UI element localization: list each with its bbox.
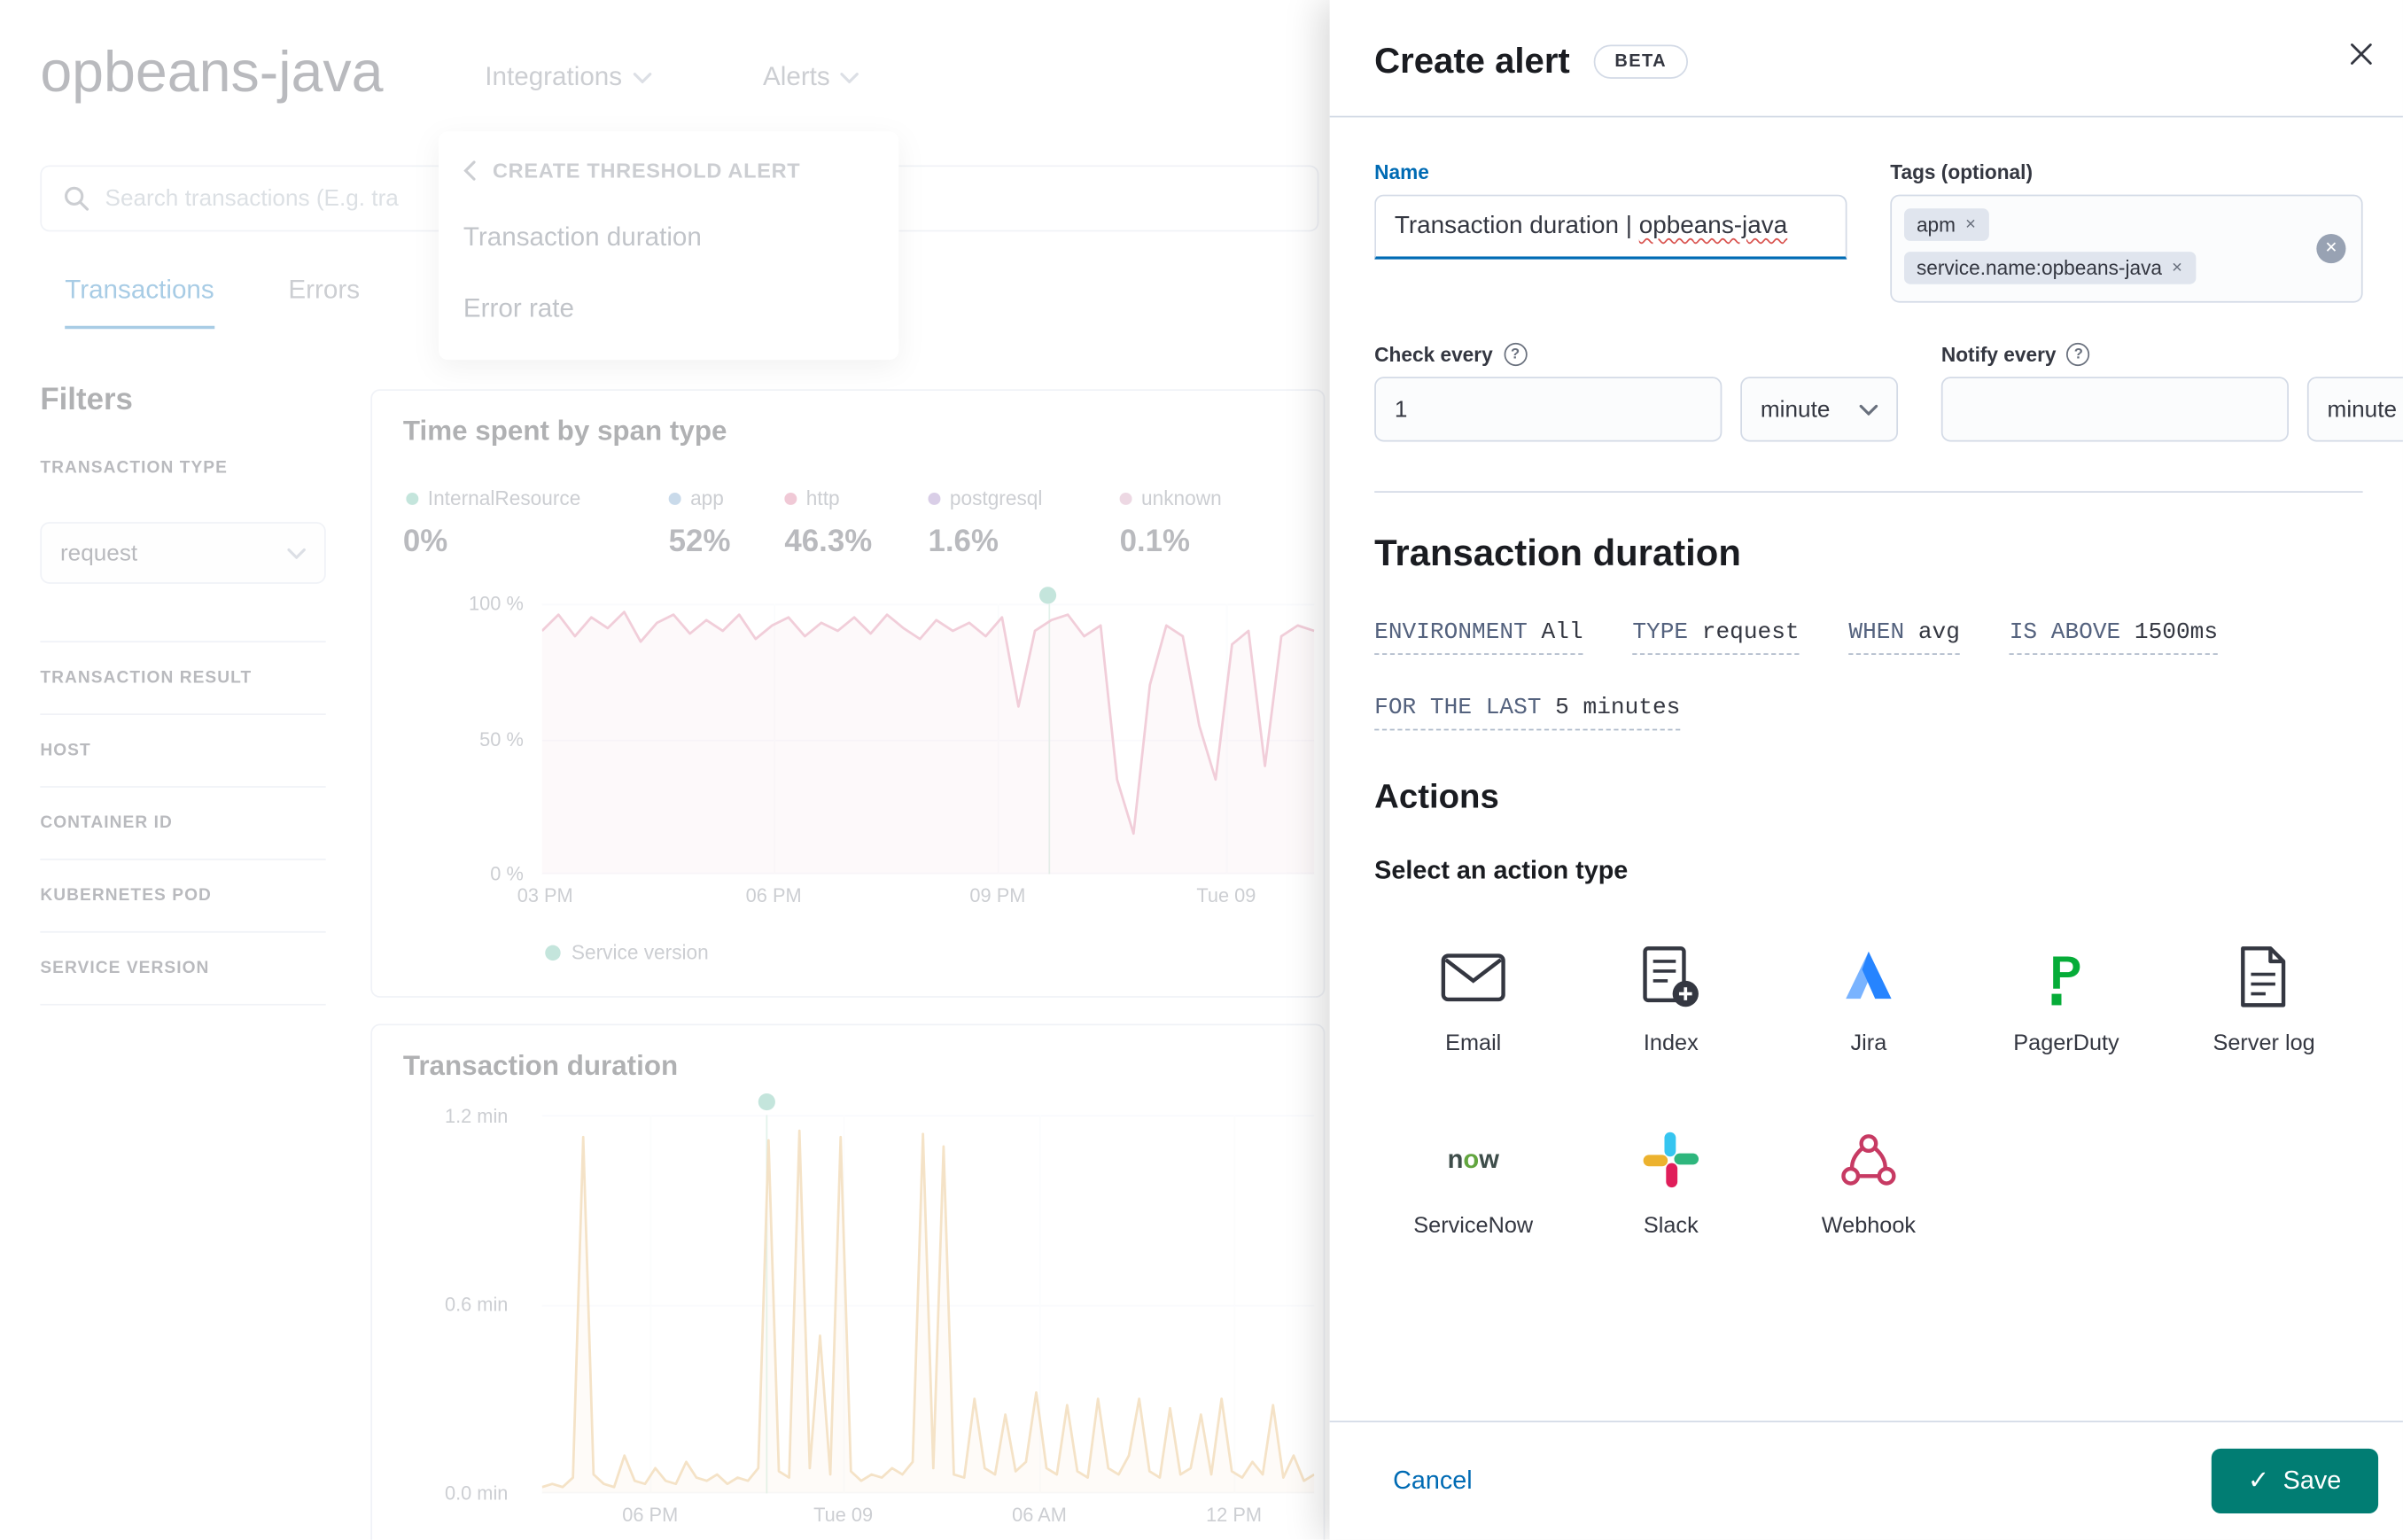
expression-when[interactable]: WHEN avg	[1848, 619, 1960, 655]
action-type-webhook[interactable]: Webhook	[1769, 1124, 1967, 1239]
tag-service-name[interactable]: service.name:opbeans-java	[1903, 252, 2196, 284]
flyout-header: Create alert BETA	[1329, 0, 2403, 118]
action-type-pagerduty[interactable]: P PagerDuty	[1967, 942, 2165, 1056]
beta-badge: BETA	[1592, 43, 1689, 79]
check-every-label: Check every	[1374, 342, 1898, 367]
kibana-apm-screen: opbeans-java Integrations Alerts Transac…	[0, 0, 2403, 1540]
svg-text:P: P	[2050, 947, 2081, 999]
index-icon	[1642, 942, 1700, 1013]
name-field: Name Transaction duration | opbeans-java	[1374, 160, 1847, 302]
check-every-field: Check every minute	[1374, 342, 1899, 442]
expression-for-the-last[interactable]: FOR THE LAST 5 minutes	[1374, 695, 1681, 731]
notify-every-field: Notify every minute	[1940, 342, 2403, 442]
notify-every-unit-select[interactable]: minute	[2306, 377, 2403, 442]
action-type-server-log[interactable]: Server log	[2166, 942, 2363, 1056]
alert-expression-row: ENVIRONMENT All TYPE request WHEN avg IS AB…	[1374, 619, 2332, 731]
server-log-icon	[2231, 942, 2296, 1013]
action-type-email[interactable]: Email	[1374, 942, 1572, 1056]
servicenow-icon: now	[1438, 1124, 1509, 1195]
expression-is-above[interactable]: IS ABOVE 1500ms	[2009, 619, 2219, 655]
action-type-servicenow[interactable]: now ServiceNow	[1374, 1124, 1572, 1239]
actions-title: Actions	[1374, 776, 1499, 816]
save-button[interactable]: ✓ Save	[2211, 1448, 2379, 1514]
pagerduty-icon: P	[2035, 942, 2097, 1013]
remove-tag-icon[interactable]	[1964, 216, 1976, 233]
notify-every-label: Notify every	[1941, 342, 2403, 367]
alert-name-input[interactable]: Transaction duration | opbeans-java	[1374, 194, 1847, 260]
clear-tags-icon[interactable]	[2316, 234, 2346, 264]
cancel-button[interactable]: Cancel	[1374, 1454, 1490, 1508]
name-label: Name	[1374, 160, 1429, 184]
remove-tag-icon[interactable]	[2171, 260, 2182, 276]
webhook-icon	[1838, 1124, 1900, 1195]
flyout-footer: Cancel ✓ Save	[1329, 1420, 2403, 1540]
actions-subtitle: Select an action type	[1374, 857, 1629, 885]
action-type-jira[interactable]: Jira	[1769, 942, 1967, 1056]
close-icon[interactable]	[2341, 34, 2381, 79]
chevron-down-icon	[1859, 403, 1878, 415]
check-every-input[interactable]	[1374, 377, 1723, 442]
expression-environment[interactable]: ENVIRONMENT All	[1374, 619, 1583, 655]
email-icon	[1441, 942, 1505, 1013]
tag-apm[interactable]: apm	[1903, 208, 1989, 241]
alert-type-title: Transaction duration	[1374, 533, 1741, 575]
action-type-grid: Email Index Jira P PagerDuty Server log …	[1374, 942, 2362, 1239]
create-alert-flyout: Create alert BETA Name Transaction durat…	[1329, 0, 2403, 1540]
expression-type[interactable]: TYPE request	[1632, 619, 1800, 655]
flyout-body: Name Transaction duration | opbeans-java…	[1330, 117, 2403, 1420]
svg-text:now: now	[1448, 1146, 1500, 1174]
flyout-title: Create alert	[1374, 40, 1570, 81]
action-type-slack[interactable]: Slack	[1572, 1124, 1769, 1239]
jira-icon	[1838, 942, 1900, 1013]
help-icon[interactable]	[2066, 342, 2090, 367]
tags-field: Tags (optional) apm service.name:opbeans…	[1890, 160, 2363, 303]
tags-label: Tags (optional)	[1890, 160, 2034, 184]
help-icon[interactable]	[1503, 342, 1528, 367]
check-every-unit-select[interactable]: minute	[1740, 377, 1899, 442]
tags-combobox[interactable]: apm service.name:opbeans-java	[1890, 194, 2363, 303]
action-type-index[interactable]: Index	[1572, 942, 1769, 1056]
divider	[1374, 491, 2363, 493]
notify-every-input[interactable]	[1940, 377, 2289, 442]
slack-icon	[1640, 1124, 1702, 1195]
flyout-backdrop[interactable]	[0, 0, 1330, 1540]
check-icon: ✓	[2247, 1466, 2270, 1496]
